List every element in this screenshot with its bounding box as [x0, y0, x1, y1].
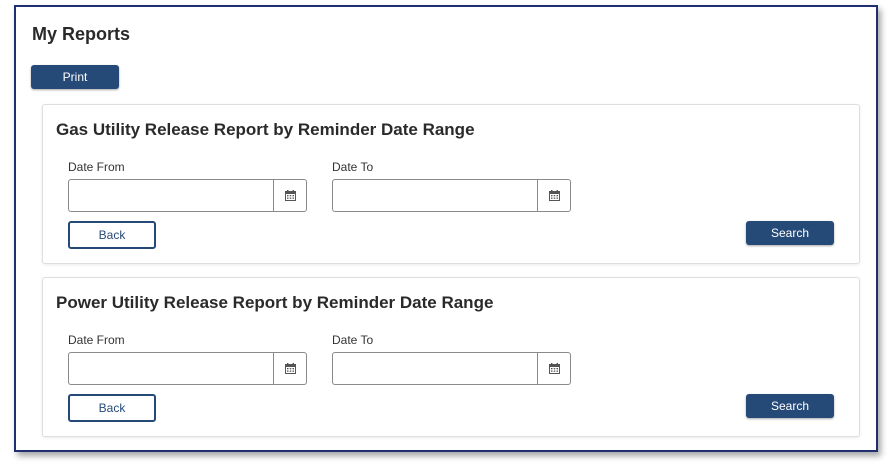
power-date-to-input[interactable]: [333, 353, 537, 384]
calendar-icon[interactable]: [273, 353, 306, 384]
gas-date-from-label: Date From: [68, 160, 125, 174]
power-report-title: Power Utility Release Report by Reminder…: [56, 293, 494, 312]
page-title: My Reports: [32, 24, 131, 44]
power-date-to-label: Date To: [332, 333, 374, 347]
power-report-card: Power Utility Release Report by Reminder…: [42, 277, 860, 437]
gas-back-button[interactable]: Back: [68, 221, 156, 249]
gas-report-title: Gas Utility Release Report by Reminder D…: [56, 120, 475, 139]
calendar-icon[interactable]: [537, 180, 570, 211]
reports-panel: My Reports Print Gas Utility Release Rep…: [14, 5, 878, 452]
gas-search-button[interactable]: Search: [746, 221, 834, 245]
gas-report-card: Gas Utility Release Report by Reminder D…: [42, 104, 860, 264]
power-search-button[interactable]: Search: [746, 394, 834, 418]
gas-date-to-input[interactable]: [333, 180, 537, 211]
print-button[interactable]: Print: [31, 65, 119, 89]
power-date-from-group: [68, 352, 307, 385]
power-back-button[interactable]: Back: [68, 394, 156, 422]
gas-date-from-input[interactable]: [69, 180, 273, 211]
gas-date-to-label: Date To: [332, 160, 374, 174]
power-date-to-group: [332, 352, 571, 385]
power-date-from-input[interactable]: [69, 353, 273, 384]
power-date-from-label: Date From: [68, 333, 125, 347]
gas-date-from-group: [68, 179, 307, 212]
calendar-icon[interactable]: [537, 353, 570, 384]
gas-date-to-group: [332, 179, 571, 212]
calendar-icon[interactable]: [273, 180, 306, 211]
